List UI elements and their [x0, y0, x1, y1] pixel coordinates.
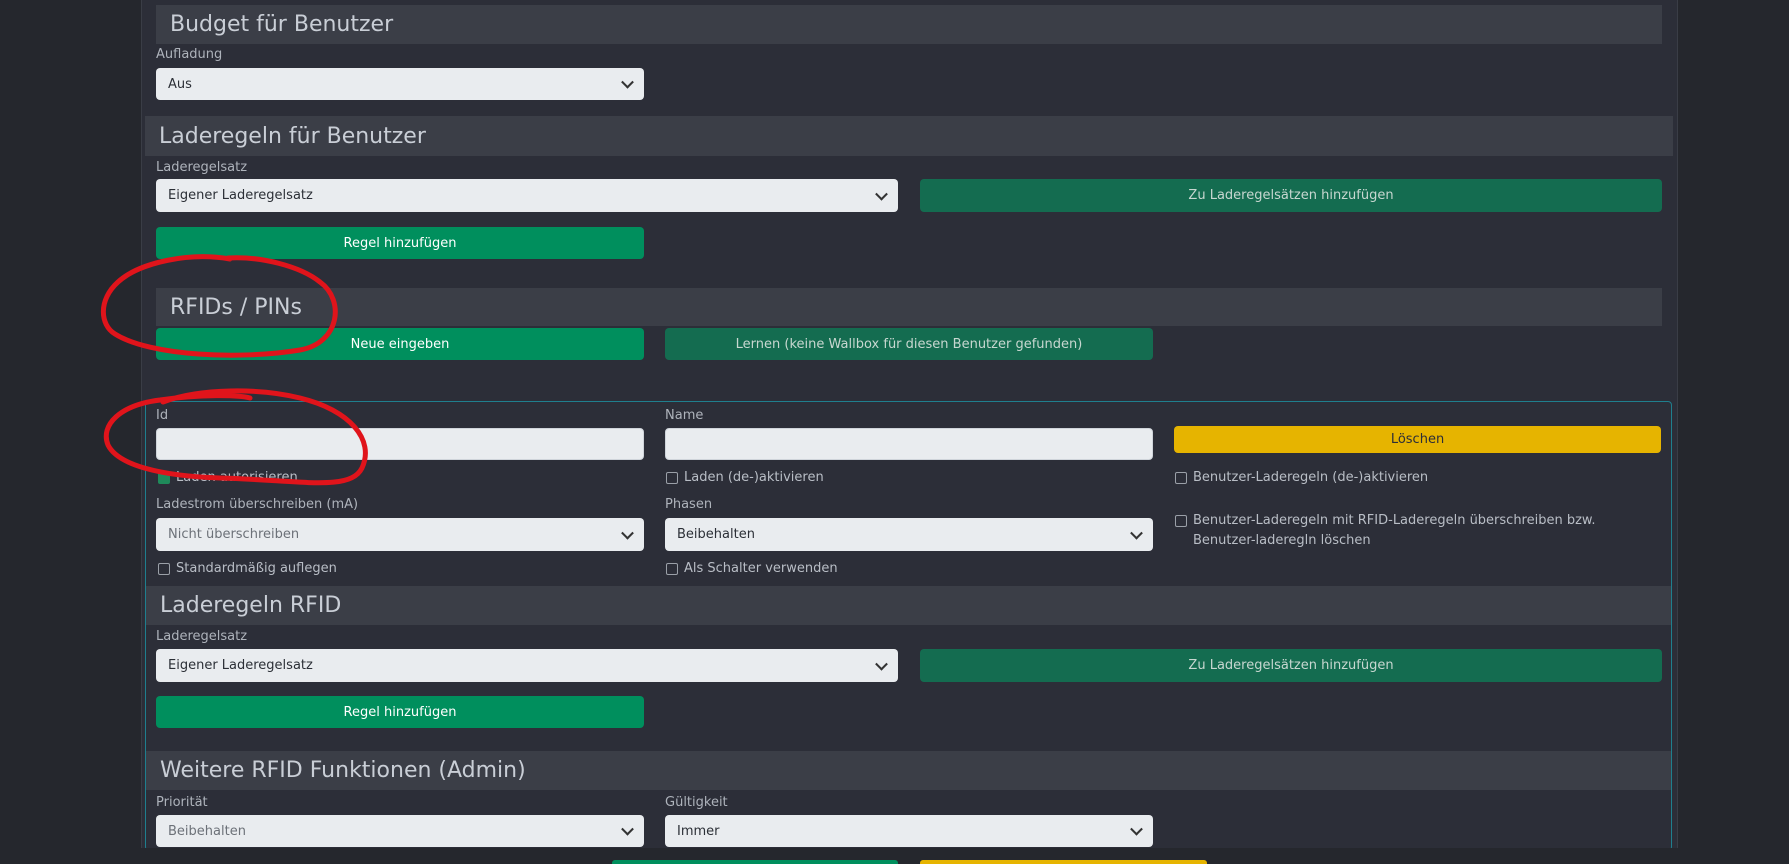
annotation-circle-id: [103, 388, 368, 486]
annotation-circle-rfids: [100, 254, 338, 358]
red-annotation-circles: [100, 254, 368, 486]
